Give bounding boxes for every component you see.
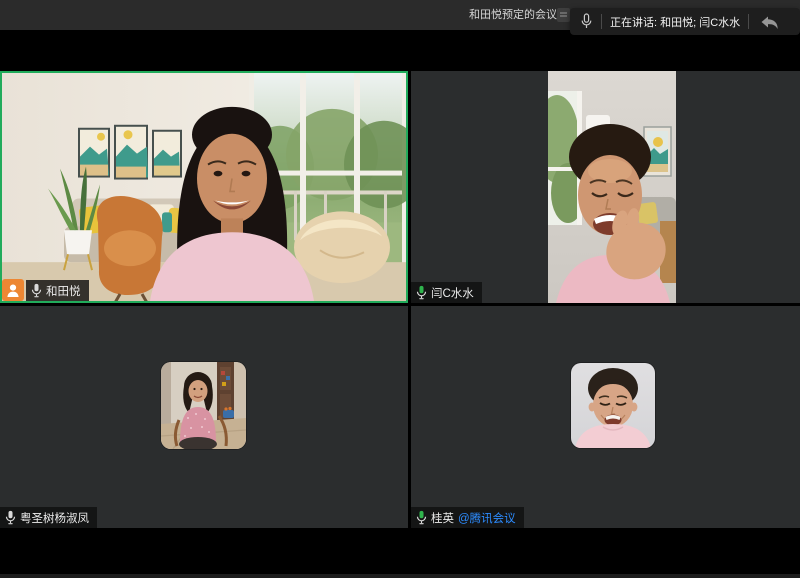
video-frame-living-room <box>2 73 406 301</box>
mic-active-icon <box>416 285 427 300</box>
host-avatar-badge <box>2 279 24 301</box>
mic-active-icon <box>416 510 427 525</box>
nameplate: 和田悦 <box>2 279 89 301</box>
participant-name: 闫C水水 <box>431 285 474 301</box>
video-tile-participant-3[interactable]: 粤圣树杨淑凤 <box>0 306 408 528</box>
avatar-photo <box>571 363 655 448</box>
participant-name-suffix[interactable]: @腾讯会议 <box>458 510 516 526</box>
microphone-icon[interactable] <box>580 13 593 30</box>
avatar-photo <box>161 362 246 449</box>
nameplate: 闫C水水 <box>411 282 482 303</box>
nameplate: 粤圣树杨淑凤 <box>0 507 97 528</box>
video-tile-participant-4[interactable]: 桂英 @腾讯会议 <box>411 306 800 528</box>
panel-divider <box>748 14 749 29</box>
mic-icon <box>5 510 16 525</box>
participant-name: 粤圣树杨淑凤 <box>20 510 89 526</box>
video-tile-participant-2[interactable]: 闫C水水 <box>411 71 800 303</box>
video-frame-portrait <box>548 71 676 303</box>
panel-divider <box>601 14 602 29</box>
window-bottom-edge <box>0 574 800 578</box>
speaking-now-text: 正在讲话: 和田悦; 闫C水水... <box>610 14 740 30</box>
reply-arrow-icon[interactable] <box>759 14 779 30</box>
participant-name: 桂英 <box>431 510 454 526</box>
meeting-title: 和田悦预定的会议 <box>469 0 557 30</box>
speaking-indicator-panel: 正在讲话: 和田悦; 闫C水水... <box>570 8 800 35</box>
meeting-info-icon[interactable] <box>557 8 570 22</box>
mic-icon <box>31 283 42 298</box>
participant-name: 和田悦 <box>46 283 81 299</box>
nameplate: 桂英 @腾讯会议 <box>411 507 524 528</box>
video-tile-participant-1[interactable]: 和田悦 <box>0 71 408 303</box>
